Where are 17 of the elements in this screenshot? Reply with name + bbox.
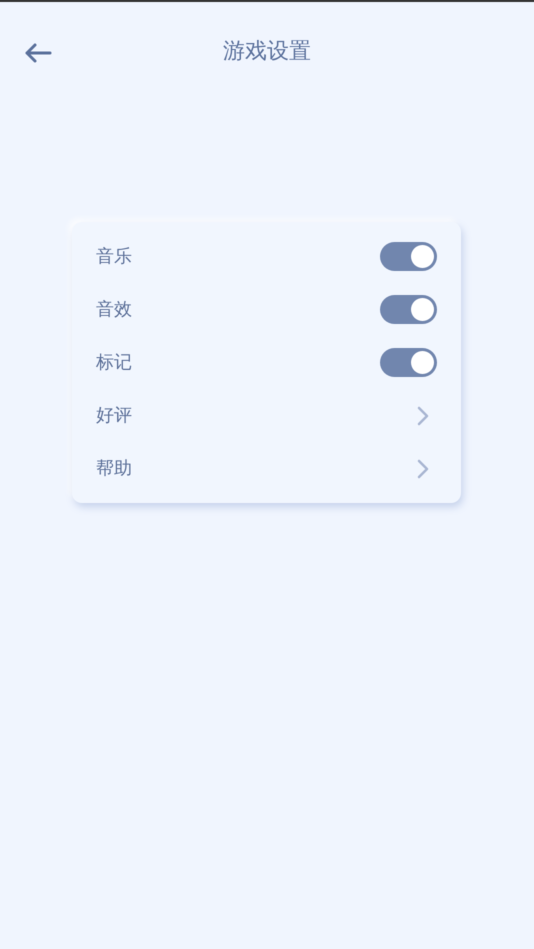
setting-label: 音效 (96, 298, 132, 322)
toggle-switch[interactable] (380, 348, 437, 377)
chevron-right-icon (417, 458, 429, 478)
settings-row[interactable]: 好评 (72, 389, 461, 442)
chevron-right-icon (417, 406, 429, 426)
page-title: 游戏设置 (223, 38, 311, 66)
setting-label: 音乐 (96, 245, 132, 269)
setting-label: 帮助 (96, 457, 132, 481)
settings-row[interactable]: 音效 (72, 283, 461, 336)
setting-label: 标记 (96, 351, 132, 375)
settings-row[interactable]: 音乐 (72, 230, 461, 283)
toggle-switch[interactable] (380, 242, 437, 271)
back-arrow-icon (24, 42, 52, 64)
settings-row[interactable]: 帮助 (72, 442, 461, 495)
setting-label: 好评 (96, 404, 132, 428)
settings-row[interactable]: 标记 (72, 336, 461, 389)
toggle-switch[interactable] (380, 295, 437, 324)
